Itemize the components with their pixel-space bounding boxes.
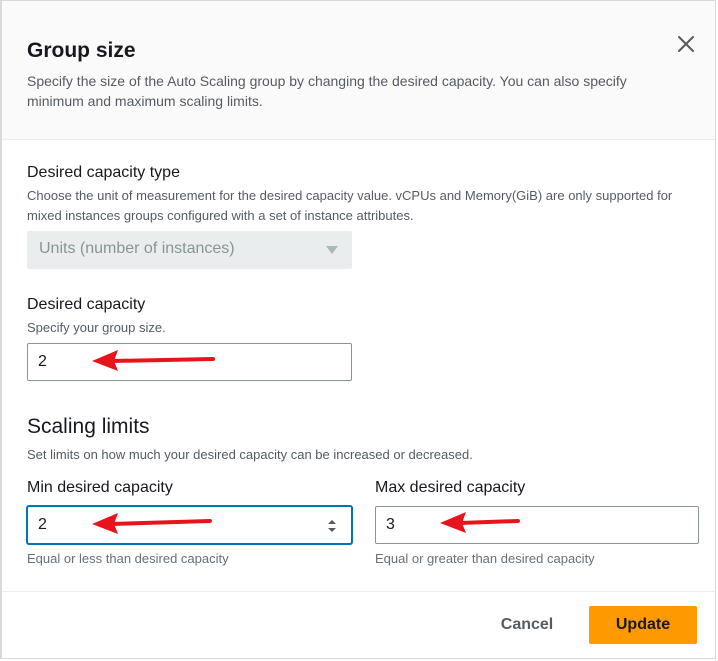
capacity-type-description: Choose the unit of measurement for the d… bbox=[27, 188, 673, 223]
desired-capacity-description: Specify your group size. bbox=[27, 320, 166, 335]
max-capacity-hint: Equal or greater than desired capacity bbox=[375, 551, 595, 566]
modal-title: Group size bbox=[27, 39, 136, 62]
desired-capacity-value: 2 bbox=[38, 353, 47, 370]
desired-capacity-label: Desired capacity bbox=[27, 296, 146, 313]
number-spinner-icon[interactable] bbox=[327, 518, 337, 534]
close-icon[interactable] bbox=[677, 35, 695, 53]
group-size-modal: Group size Specify the size of the Auto … bbox=[0, 0, 716, 659]
annotation-arrow-desired bbox=[92, 350, 215, 371]
update-button[interactable]: Update bbox=[589, 606, 697, 644]
cancel-button[interactable]: Cancel bbox=[486, 606, 568, 644]
capacity-type-label: Desired capacity type bbox=[27, 164, 180, 181]
min-capacity-value: 2 bbox=[38, 516, 47, 533]
min-capacity-label: Min desired capacity bbox=[27, 479, 173, 496]
max-capacity-value: 3 bbox=[386, 516, 395, 533]
capacity-type-selected: Units (number of instances) bbox=[39, 240, 235, 257]
modal-header: Group size Specify the size of the Auto … bbox=[2, 1, 715, 140]
annotation-arrow-max bbox=[440, 512, 520, 533]
min-capacity-hint: Equal or less than desired capacity bbox=[27, 551, 229, 566]
capacity-type-select: Units (number of instances) bbox=[27, 231, 352, 269]
modal-description: Specify the size of the Auto Scaling gro… bbox=[27, 73, 627, 109]
annotation-arrow-min bbox=[92, 513, 212, 534]
scaling-limits-description: Set limits on how much your desired capa… bbox=[27, 447, 473, 462]
caret-down-icon bbox=[326, 246, 338, 254]
scaling-limits-title: Scaling limits bbox=[27, 415, 150, 438]
max-capacity-label: Max desired capacity bbox=[375, 479, 526, 496]
max-capacity-input[interactable]: 3 bbox=[375, 506, 699, 544]
